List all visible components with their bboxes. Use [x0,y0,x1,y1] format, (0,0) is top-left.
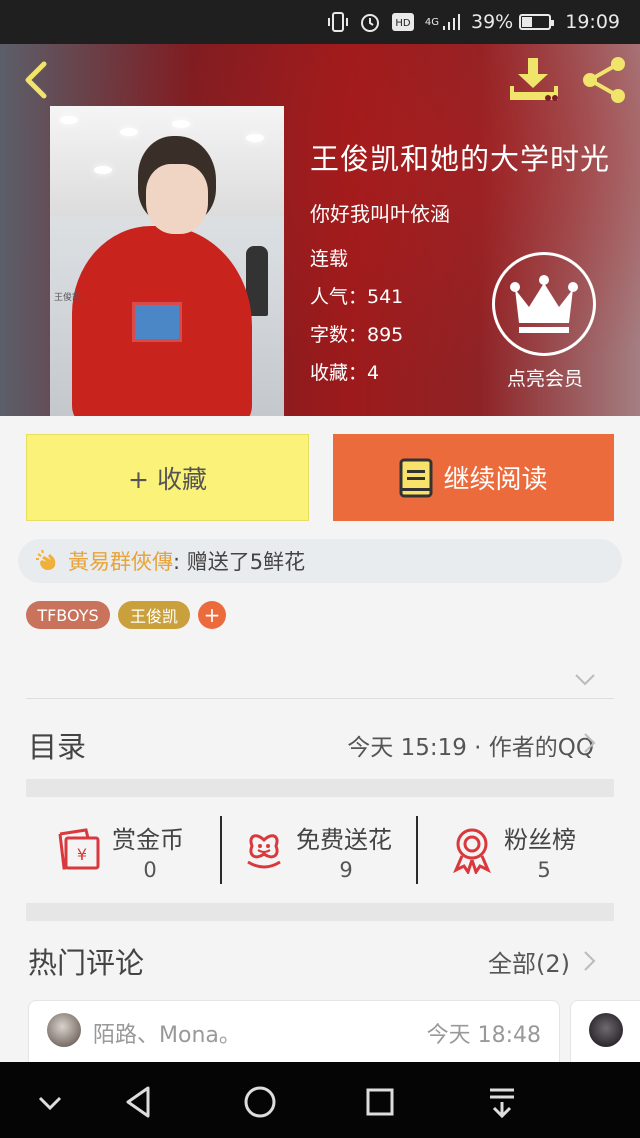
book-title: 王俊凯和她的大学时光 [310,142,611,176]
share-icon [583,57,625,103]
table-of-contents-row[interactable]: 目录 今天 15:19 · 作者的QQ [0,712,640,774]
square-recents-icon [366,1088,394,1116]
continue-reading-button[interactable]: 继续阅读 [333,434,614,521]
free-flowers-item[interactable]: 免费送花 9 [222,812,416,890]
stats-row: ¥ 赏金币 0 免费送花 9 粉丝榜 5 [26,812,614,890]
triangle-back-icon [126,1086,150,1118]
chevron-right-icon [584,951,596,971]
book-icon [399,458,433,497]
gift-sender[interactable]: 黃易群俠傳 [68,546,173,576]
stat-value: 9 [339,858,353,882]
book-header: 王俊凯 王俊凯和她的大学时光 你好我叫叶依涵 连载 人气：541 字数：895 … [0,44,640,416]
comment-author[interactable]: 陌路、Mona。 [93,1017,241,1049]
home-nav-button[interactable] [240,1082,280,1122]
avatar[interactable] [589,1013,623,1047]
cover-signature: 王俊凯 [54,293,82,303]
stat-value: 0 [143,858,157,882]
fan-ranking-item[interactable]: 粉丝榜 5 [418,812,614,890]
pull-down-icon [490,1088,514,1119]
hd-icon: HD [391,12,415,32]
add-tag-symbol: + [203,603,221,627]
toc-latest-update: 今天 15:19 · 作者的QQ [347,735,594,761]
book-cover[interactable]: 王俊凯 [50,106,284,416]
vip-button[interactable] [492,252,596,356]
gift-notice: 黃易群俠傳 : 赠送了5鲜花 [18,539,622,583]
gift-message: : 赠送了5鲜花 [173,550,306,574]
red-envelope-icon: ¥ [58,828,100,870]
battery-icon [519,14,555,30]
back-button[interactable] [18,60,54,100]
recents-nav-button[interactable] [360,1082,400,1122]
stat-label: 免费送花 [296,826,392,854]
chevron-down-icon [38,1096,62,1111]
toc-label: 目录 [28,730,87,764]
svg-text:¥: ¥ [77,845,87,864]
favorite-label: + 收藏 [128,464,207,494]
stat-label: 赏金币 [112,826,184,854]
book-word-count: 字数：895 [310,324,404,346]
status-bar: HD 4G 39% 19:09 [0,0,640,44]
all-comments-link[interactable]: 全部(2) [488,944,570,979]
download-button[interactable] [508,56,560,104]
system-nav-bar [0,1062,640,1138]
book-favorites: 收藏：4 [310,362,380,384]
battery-percent: 39% [471,11,514,33]
comment-time: 今天 18:48 [426,1023,541,1048]
svg-text:HD: HD [395,18,411,29]
section-band [26,779,614,797]
hot-comments-title: 热门评论 [28,946,145,980]
notification-pull-button[interactable] [482,1082,522,1122]
share-button[interactable] [578,54,632,106]
network-type: 4G [424,16,439,28]
reward-coins-item[interactable]: ¥ 赏金币 0 [26,812,220,890]
clock: 19:09 [565,11,620,33]
hide-nav-button[interactable] [30,1082,70,1122]
section-band [26,903,614,921]
comment-card[interactable]: 陌路、Mona。 今天 18:48 [28,1000,560,1070]
stat-value: 5 [537,858,551,882]
read-label: 继续阅读 [443,465,548,495]
chevron-right-icon [584,733,596,753]
book-popularity: 人气：541 [310,286,404,308]
vibrate-icon [327,11,349,33]
crown-icon [510,275,578,333]
book-subtitle: 你好我叫叶依涵 [310,202,450,226]
divider [26,698,614,699]
add-to-favorites-button[interactable]: + 收藏 [26,434,309,521]
hand-wave-icon [36,549,56,571]
alarm-icon [359,11,381,33]
download-icon [510,58,558,101]
circle-home-icon [244,1086,276,1118]
signal-icon: 4G [425,12,461,32]
tag-label: TFBOYS [37,605,99,625]
flower-icon [247,834,281,869]
tag-wang-junkai[interactable]: 王俊凯 [118,601,190,629]
vip-label[interactable]: 点亮会员 [500,364,590,391]
avatar[interactable] [47,1013,81,1047]
chevron-left-icon [25,61,47,99]
tag-label: 王俊凯 [129,607,178,626]
ribbon-badge-icon [453,828,491,874]
book-status: 连载 [310,248,349,270]
stat-label: 粉丝榜 [504,826,576,854]
expand-button[interactable] [574,672,596,688]
comment-card[interactable] [570,1000,640,1070]
add-tag-button[interactable]: + [198,601,226,629]
tag-tfboys[interactable]: TFBOYS [26,601,110,629]
chevron-down-icon [575,674,595,686]
back-nav-button[interactable] [118,1082,158,1122]
